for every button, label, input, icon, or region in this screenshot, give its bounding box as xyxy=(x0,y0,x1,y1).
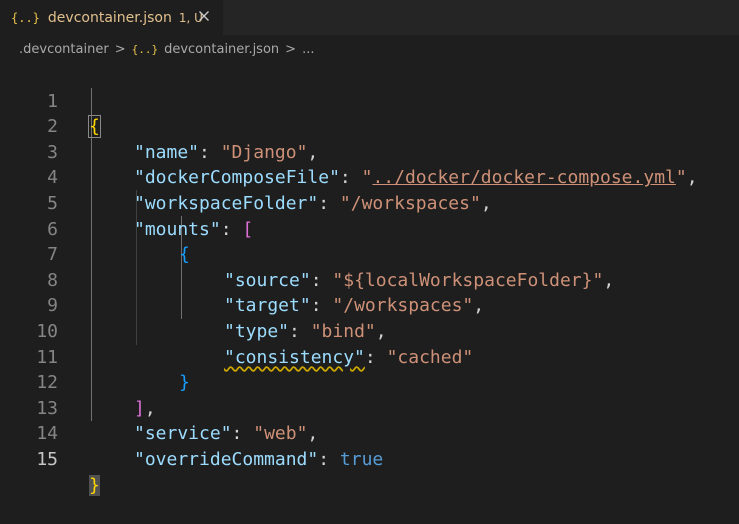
colon: : xyxy=(318,448,340,470)
breadcrumb-folder[interactable]: .devcontainer xyxy=(19,42,109,57)
code-line: 6 { xyxy=(0,191,739,266)
code-line-active: 15 } xyxy=(0,421,739,496)
breadcrumb: .devcontainer > {..} devcontainer.json >… xyxy=(0,35,739,63)
code-line: 13 "service": "web", xyxy=(0,370,739,445)
code-line: 7 "source": "${localWorkspaceFolder}", xyxy=(0,217,739,291)
json-boolean: true xyxy=(339,448,384,470)
code-line: 1 { xyxy=(0,63,739,139)
json-file-icon: {..} xyxy=(131,42,159,56)
json-key: "overrideCommand" xyxy=(134,448,319,470)
line-number: 15 xyxy=(36,448,58,470)
chevron-right-icon: > xyxy=(114,41,126,57)
brace-close: } xyxy=(89,474,100,496)
tab-label: devcontainer.json xyxy=(47,9,172,26)
breadcrumb-ellipsis[interactable]: ... xyxy=(302,42,314,57)
tab-bar: {..} devcontainer.json 1, U xyxy=(0,0,739,35)
code-line: 2 "name": "Django", xyxy=(0,89,739,163)
code-line: 8 "target": "/workspaces", xyxy=(0,242,739,317)
code-line: 14 "overrideCommand": true xyxy=(0,396,739,470)
code-editor[interactable]: 1 { 2 "name": "Django", 3 "dockerCompose… xyxy=(0,63,739,496)
code-line: 10 "consistency": "cached" xyxy=(0,293,739,368)
code-line: 4 "workspaceFolder": "/workspaces", xyxy=(0,140,739,214)
code-line: 5 "mounts": [ xyxy=(0,165,739,240)
json-file-icon: {..} xyxy=(11,10,40,25)
close-icon[interactable] xyxy=(196,8,212,24)
code-line: 11 } xyxy=(0,319,739,394)
code-line: 12 ], xyxy=(0,345,739,419)
chevron-right-icon: > xyxy=(285,41,297,57)
code-line: 9 "type": "bind", xyxy=(0,268,739,342)
breadcrumb-file[interactable]: devcontainer.json xyxy=(164,42,279,57)
tab-devcontainer-json[interactable]: {..} devcontainer.json 1, U xyxy=(0,0,223,35)
code-line: 3 "dockerComposeFile": "../docker/docker… xyxy=(0,114,739,189)
